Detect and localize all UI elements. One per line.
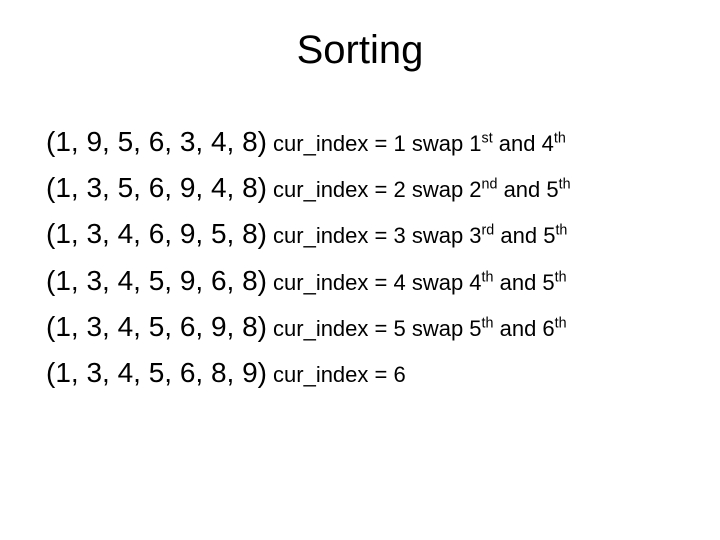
annotation-text: cur_index = 4 swap 4th and 5th [273, 265, 567, 301]
sequence-text: (1, 3, 5, 6, 9, 4, 8) [46, 165, 267, 211]
slide-title: Sorting [0, 28, 720, 73]
annotation-text: cur_index = 2 swap 2nd and 5th [273, 172, 571, 208]
slide: Sorting (1, 9, 5, 6, 3, 4, 8) cur_index … [0, 0, 720, 540]
step-row: (1, 3, 4, 5, 6, 9, 8) cur_index = 5 swap… [46, 304, 720, 350]
sequence-text: (1, 3, 4, 5, 6, 8, 9) [46, 350, 267, 396]
step-row: (1, 3, 4, 5, 6, 8, 9) cur_index = 6 [46, 350, 720, 396]
sequence-text: (1, 3, 4, 5, 9, 6, 8) [46, 258, 267, 304]
annotation-text: cur_index = 6 [273, 357, 406, 393]
step-row: (1, 3, 4, 5, 9, 6, 8) cur_index = 4 swap… [46, 258, 720, 304]
annotation-text: cur_index = 3 swap 3rd and 5th [273, 218, 567, 254]
annotation-text: cur_index = 5 swap 5th and 6th [273, 311, 567, 347]
annotation-text: cur_index = 1 swap 1st and 4th [273, 126, 566, 162]
step-row: (1, 9, 5, 6, 3, 4, 8) cur_index = 1 swap… [46, 119, 720, 165]
sequence-text: (1, 3, 4, 6, 9, 5, 8) [46, 211, 267, 257]
sequence-text: (1, 9, 5, 6, 3, 4, 8) [46, 119, 267, 165]
step-row: (1, 3, 5, 6, 9, 4, 8) cur_index = 2 swap… [46, 165, 720, 211]
sequence-text: (1, 3, 4, 5, 6, 9, 8) [46, 304, 267, 350]
slide-content: (1, 9, 5, 6, 3, 4, 8) cur_index = 1 swap… [0, 119, 720, 396]
step-row: (1, 3, 4, 6, 9, 5, 8) cur_index = 3 swap… [46, 211, 720, 257]
